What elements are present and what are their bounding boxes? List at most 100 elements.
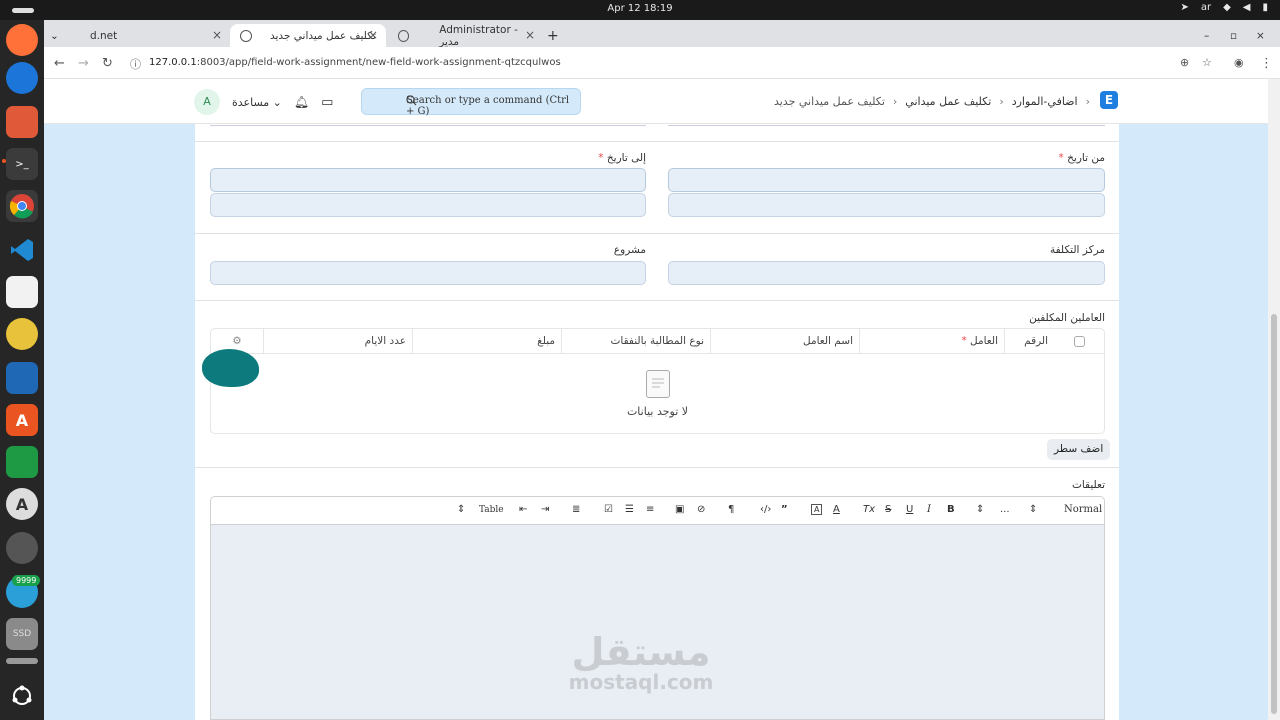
firefox-icon[interactable]	[6, 24, 38, 56]
tab-dnet[interactable]: d.net ×	[80, 24, 230, 47]
bold-icon[interactable]: B	[947, 504, 955, 515]
settings-icon[interactable]	[6, 532, 38, 564]
browser-tabstrip: ⌄ d.net × تكليف عمل ميداني جديد × Admini…	[44, 20, 1280, 48]
column-worker[interactable]: العامل *	[859, 329, 1004, 354]
clear-format-icon[interactable]: Tx	[863, 504, 875, 515]
language-indicator[interactable]: ar	[1201, 2, 1211, 13]
column-days-count[interactable]: عدد الايام	[263, 329, 412, 354]
field-edge	[210, 124, 646, 126]
address-bar[interactable]: 127.0.0.1:8003/app/field-work-assignment…	[149, 57, 561, 68]
to-date-label: إلى تاريخ *	[598, 152, 646, 164]
running-indicator	[2, 159, 6, 163]
window-close-button[interactable]: ×	[1256, 24, 1274, 47]
bullet-list-icon[interactable]: ☰	[625, 504, 634, 515]
notification-bell-icon[interactable]: 🔔︎	[294, 95, 309, 109]
new-tab-button[interactable]: +	[547, 24, 567, 47]
chrome-icon[interactable]	[6, 190, 38, 222]
files-icon[interactable]	[6, 106, 38, 138]
zoom-icon[interactable]: ⊕	[1180, 56, 1189, 69]
outdent-icon[interactable]: ⇤	[519, 504, 527, 515]
column-amount[interactable]: مبلغ	[412, 329, 561, 354]
font-size-chevron-icon[interactable]: ⇕	[976, 504, 984, 515]
forward-button[interactable]: →	[78, 56, 89, 71]
reload-button[interactable]: ↻	[102, 56, 113, 71]
cost-center-input[interactable]	[668, 261, 1105, 285]
show-apps-icon[interactable]	[6, 680, 38, 712]
app-center-icon[interactable]: A	[6, 404, 38, 436]
project-input[interactable]	[210, 261, 646, 285]
comments-editor-body[interactable]: مستقل mostaql.com	[211, 525, 1104, 719]
code-block-icon[interactable]: ‹/›	[760, 504, 771, 515]
ssd-drive-icon[interactable]: SSD	[6, 618, 38, 650]
rhythmbox-icon[interactable]	[6, 318, 38, 350]
form-card: من تاريخ * إلى تاريخ * مركز التكلفة مشرو…	[195, 124, 1119, 720]
to-time-input[interactable]	[210, 193, 646, 217]
close-icon[interactable]: ×	[525, 28, 535, 42]
search-icon	[406, 95, 570, 106]
from-time-input[interactable]	[668, 193, 1105, 217]
column-worker-name[interactable]: اسم العامل	[710, 329, 859, 354]
maximize-button[interactable]: ▫	[1230, 24, 1246, 47]
breadcrumb: ‹ اضافي-الموارد ‹ تكليف عمل ميداني ‹ تكل…	[774, 95, 1090, 108]
vscode-icon[interactable]	[6, 234, 38, 266]
tab-search-button[interactable]: ⌄	[50, 24, 66, 47]
profile-icon[interactable]: ◉	[1234, 56, 1244, 69]
blockquote-icon[interactable]: ”	[781, 504, 788, 515]
browser-toolbar: ← → ↻ ⓘ 127.0.0.1:8003/app/field-work-as…	[44, 47, 1280, 79]
redaction-blob	[202, 349, 259, 387]
empty-state-text: لا توجد بيانات	[626, 405, 689, 418]
software-updater-icon[interactable]: A	[6, 488, 38, 520]
writer-icon[interactable]	[6, 362, 38, 394]
add-row-button[interactable]: اضف سطر	[1047, 439, 1111, 460]
minimize-button[interactable]: –	[1204, 24, 1220, 47]
image-icon[interactable]: ▣	[675, 504, 684, 515]
italic-icon[interactable]: I	[927, 504, 931, 515]
awesome-search-bar[interactable]: Search or type a command (Ctrl + G)	[361, 88, 581, 117]
highlight-color-icon[interactable]: A	[811, 504, 823, 515]
field-edge	[668, 124, 1105, 126]
tab-administrator[interactable]: Administrator - مدير ×	[388, 24, 543, 48]
thunderbird-icon[interactable]	[6, 62, 38, 94]
text-editor-icon[interactable]	[6, 276, 38, 308]
strike-icon[interactable]: S	[885, 504, 891, 515]
page-scrollbar[interactable]	[1268, 79, 1280, 720]
breadcrumb-doctype[interactable]: تكليف عمل ميداني	[905, 95, 991, 108]
table-chevron-icon[interactable]: ⇕	[457, 504, 465, 515]
comments-editor: Normal ⇕ ... ⇕ B I U S Tx A A ” ‹/› ¶ ⊘ …	[210, 496, 1105, 720]
avatar[interactable]: A	[194, 89, 220, 115]
os-clock[interactable]: Apr 12 18:19	[0, 3, 1280, 14]
text-color-icon[interactable]: A	[833, 504, 840, 515]
table-menu[interactable]: Table	[479, 505, 504, 515]
checklist-icon[interactable]: ☑	[604, 504, 613, 515]
app-logo[interactable]: E	[1100, 91, 1118, 109]
link-icon[interactable]: ⊘	[697, 504, 705, 515]
font-size-select[interactable]: ...	[1000, 504, 1010, 515]
breadcrumb-current: تكليف عمل ميداني جديد	[773, 95, 885, 108]
paragraph-style-chevron-icon[interactable]: ⇕	[1029, 504, 1037, 515]
drive-icon[interactable]	[6, 658, 38, 664]
calc-icon[interactable]	[6, 446, 38, 478]
close-icon[interactable]: ×	[368, 28, 378, 42]
select-all-checkbox[interactable]	[1054, 329, 1104, 354]
paragraph-style-select[interactable]: Normal	[1064, 504, 1102, 515]
menu-dots-icon[interactable]: ⋮	[1260, 56, 1273, 71]
to-date-input[interactable]	[210, 168, 646, 192]
site-info-icon[interactable]: ⓘ	[130, 56, 141, 72]
ordered-list-icon[interactable]: ≡	[646, 504, 654, 515]
help-dropdown[interactable]: مساعدة ⌄	[232, 96, 282, 109]
tab-field-work-assignment[interactable]: تكليف عمل ميداني جديد ×	[230, 24, 386, 47]
chat-icon[interactable]: ▭	[321, 95, 333, 110]
align-icon[interactable]: ≣	[572, 504, 580, 515]
column-expense-claim-type[interactable]: نوع المطالبة بالنفقات	[561, 329, 710, 354]
bookmark-star-icon[interactable]: ☆	[1202, 56, 1212, 69]
from-date-input[interactable]	[668, 168, 1105, 192]
underline-icon[interactable]: U	[906, 504, 913, 515]
breadcrumb-module[interactable]: اضافي-الموارد	[1012, 95, 1078, 108]
back-button[interactable]: ←	[54, 56, 65, 71]
system-tray[interactable]: ➤ ar ◆ ◀ ▮	[1180, 2, 1268, 13]
scrollbar-thumb[interactable]	[1271, 314, 1277, 714]
close-icon[interactable]: ×	[212, 28, 222, 42]
text-direction-icon[interactable]: ¶	[728, 504, 734, 515]
indent-icon[interactable]: ⇥	[541, 504, 549, 515]
terminal-icon[interactable]: >_	[6, 148, 38, 180]
